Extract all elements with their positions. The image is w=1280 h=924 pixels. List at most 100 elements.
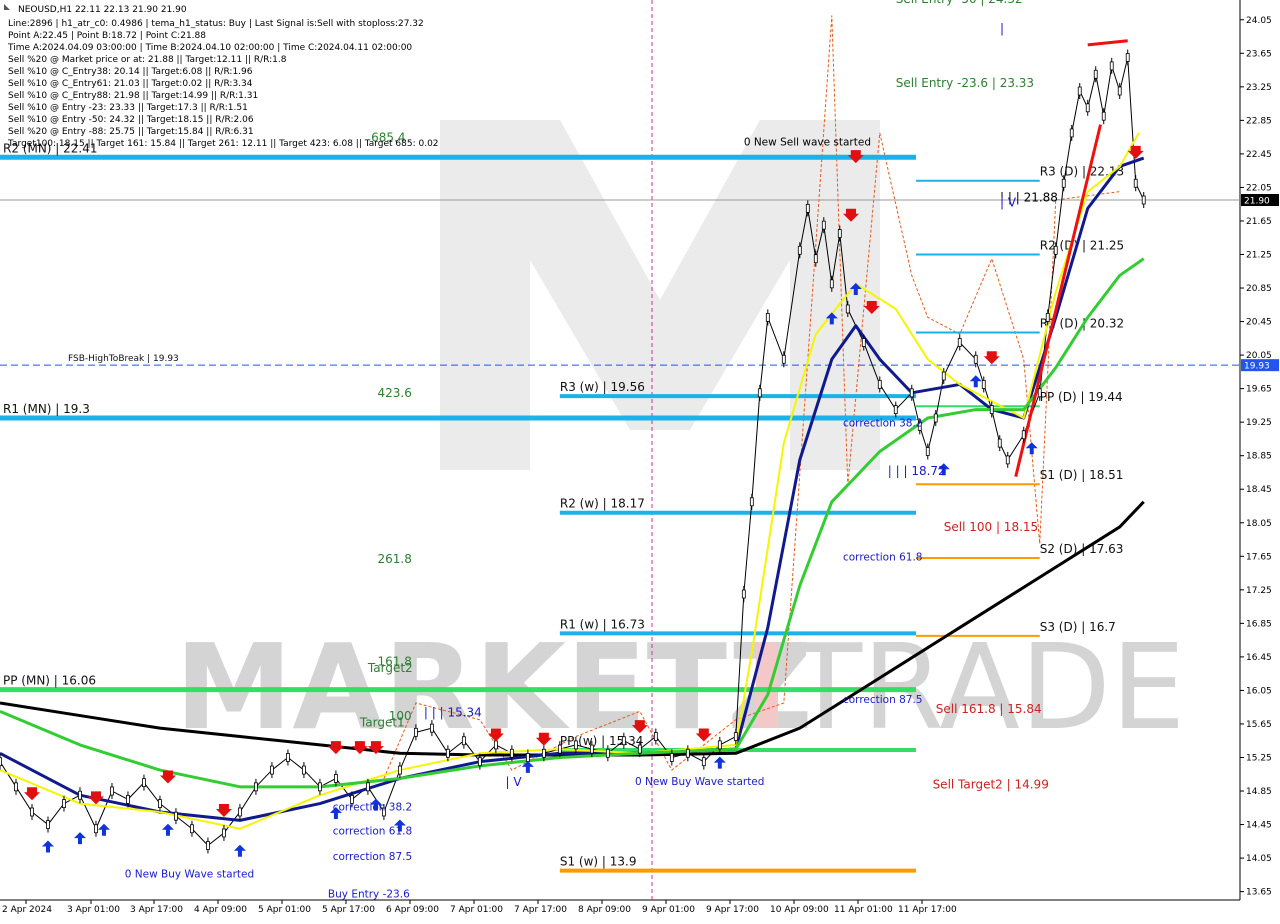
x-tick-label-4: 5 Apr 01:00 [258, 905, 311, 915]
candle-body-27 [429, 723, 434, 733]
x-tick-label-10: 9 Apr 01:00 [642, 905, 695, 915]
fsb-label: FSB-HighToBreak | 19.93 [68, 354, 179, 364]
candle-body-57 [837, 229, 842, 238]
y-tick-label-22: 15.25 [1246, 753, 1272, 763]
candle-body-18 [286, 753, 290, 762]
x-tick-label-3: 4 Apr 09:00 [194, 905, 247, 915]
annotation-26: | V [1000, 196, 1017, 210]
info-line-7: Sell %10 @ Entry -23: 23.33 || Target:17… [8, 103, 248, 113]
candle-body-70 [989, 405, 994, 414]
candle-body-58 [845, 304, 850, 314]
candle-body-55 [821, 220, 826, 230]
y-tick-label-25: 14.05 [1246, 854, 1272, 864]
candle-body-14 [222, 828, 226, 838]
candle-body-73 [1021, 430, 1026, 440]
candle-body-56 [829, 279, 834, 289]
candle-body-10 [158, 799, 162, 808]
level-label-4: R2 (w) | 18.17 [560, 497, 645, 511]
candle-body-72 [1005, 455, 1010, 465]
current-price-tag-text: 21.90 [1244, 197, 1270, 207]
x-tick-label-13: 11 Apr 01:00 [834, 905, 893, 915]
candle-body-82 [1101, 111, 1106, 121]
y-tick-label-20: 16.05 [1246, 686, 1272, 696]
candle-body-46 [733, 732, 738, 741]
level-label-3: R3 (w) | 19.56 [560, 380, 645, 394]
annotation-13: Sell 100 | 18.15 [944, 520, 1038, 534]
y-tick-label-24: 14.45 [1246, 821, 1272, 831]
candle-body-20 [318, 782, 322, 792]
candle-body-44 [701, 757, 706, 767]
y-tick-label-1: 23.65 [1246, 49, 1272, 59]
candle-body-23 [366, 782, 370, 792]
candle-body-30 [477, 757, 482, 767]
x-tick-label-8: 7 Apr 17:00 [514, 905, 567, 915]
candle-body-29 [461, 736, 466, 746]
candle-body-7 [110, 786, 114, 796]
y-tick-label-0: 24.05 [1246, 16, 1272, 26]
level-label-7: S1 (w) | 13.9 [560, 855, 637, 869]
y-tick-label-5: 22.05 [1246, 183, 1272, 193]
level-label-11: PP (D) | 19.44 [1040, 390, 1123, 404]
annotation-19: 0 New Buy Wave started [125, 868, 254, 880]
candle-body-40 [637, 744, 642, 754]
x-tick-label-11: 9 Apr 17:00 [706, 905, 759, 915]
y-tick-label-18: 16.85 [1246, 619, 1272, 629]
annotation-24: | V [505, 775, 522, 789]
candle-body-69 [981, 380, 986, 389]
candle-body-26 [413, 727, 418, 737]
level-label-14: S3 (D) | 16.7 [1040, 620, 1116, 634]
candle-body-87 [1141, 195, 1146, 205]
y-tick-label-12: 19.25 [1246, 418, 1272, 428]
y-tick-label-8: 20.85 [1246, 284, 1272, 294]
y-tick-label-19: 16.45 [1246, 653, 1272, 663]
candle-body-76 [1053, 245, 1058, 255]
info-line-1: Point A:22.45 | Point B:18.72 | Point C:… [8, 31, 206, 41]
y-tick-label-26: 13.65 [1246, 888, 1272, 898]
candle-body-5 [78, 790, 82, 800]
candle-body-6 [94, 824, 98, 834]
y-tick-label-23: 14.85 [1246, 787, 1272, 797]
level-label-2: PP (MN) | 16.06 [3, 674, 96, 688]
info-line-5: Sell %10 @ C_Entry61: 21.03 || Target:0.… [8, 79, 253, 89]
fsb-price-tag-text: 19.93 [1244, 362, 1270, 372]
candle-body-32 [509, 748, 514, 758]
candle-body-66 [941, 371, 946, 381]
y-tick-label-7: 21.25 [1246, 250, 1272, 260]
candle-body-83 [1109, 61, 1114, 71]
candle-body-65 [933, 413, 938, 423]
candle-body-8 [126, 795, 130, 804]
watermark-text-right: TRADE [789, 618, 1185, 756]
candle-body-21 [334, 774, 338, 783]
x-tick-label-14: 11 Apr 17:00 [898, 905, 957, 915]
y-tick-label-3: 22.85 [1246, 116, 1272, 126]
y-tick-label-15: 18.05 [1246, 519, 1272, 529]
price-chart[interactable]: MARKETZI TRADE R2 (MN) | 22.41R1 (MN) | 1… [0, 0, 1280, 920]
annotation-1: Sell Entry -23.6 | 23.33 [896, 76, 1034, 90]
y-tick-label-16: 17.65 [1246, 552, 1272, 562]
x-tick-label-0: 2 Apr 2024 [2, 905, 52, 915]
annotation-23: Buy Entry -23.6 [328, 888, 410, 900]
candle-body-38 [605, 748, 610, 758]
candle-body-25 [397, 765, 402, 775]
x-tick-label-12: 10 Apr 09:00 [770, 905, 829, 915]
annotation-22: correction 87.5 [333, 851, 412, 863]
y-tick-label-14: 18.45 [1246, 485, 1272, 495]
x-tick-label-9: 8 Apr 09:00 [578, 905, 631, 915]
info-line-3: Sell %20 @ Market price or at: 21.88 || … [8, 55, 287, 65]
annotation-5: 423.6 [378, 386, 412, 400]
candle-body-47 [741, 589, 746, 599]
annotation-15: correction 87.5 [843, 694, 922, 706]
candle-body-2 [30, 807, 34, 817]
info-line-8: Sell %10 @ Entry -50: 24.32 || Target:18… [8, 115, 254, 125]
candle-body-37 [589, 744, 594, 754]
candle-body-33 [525, 753, 530, 762]
candle-body-79 [1077, 86, 1082, 96]
chart-container[interactable]: MARKETZ I TRADE R2 (MN) | 22.41 R1 (MN) | 1… [0, 0, 1280, 920]
info-line-9: Sell %20 @ Entry -88: 25.75 || Target:15… [8, 127, 254, 137]
candle-body-19 [302, 765, 306, 775]
candle-body-28 [445, 748, 450, 758]
y-tick-label-9: 20.45 [1246, 318, 1272, 328]
candle-body-12 [190, 824, 194, 834]
candle-body-1 [14, 782, 18, 792]
annotation-8: Target2 [367, 661, 413, 675]
